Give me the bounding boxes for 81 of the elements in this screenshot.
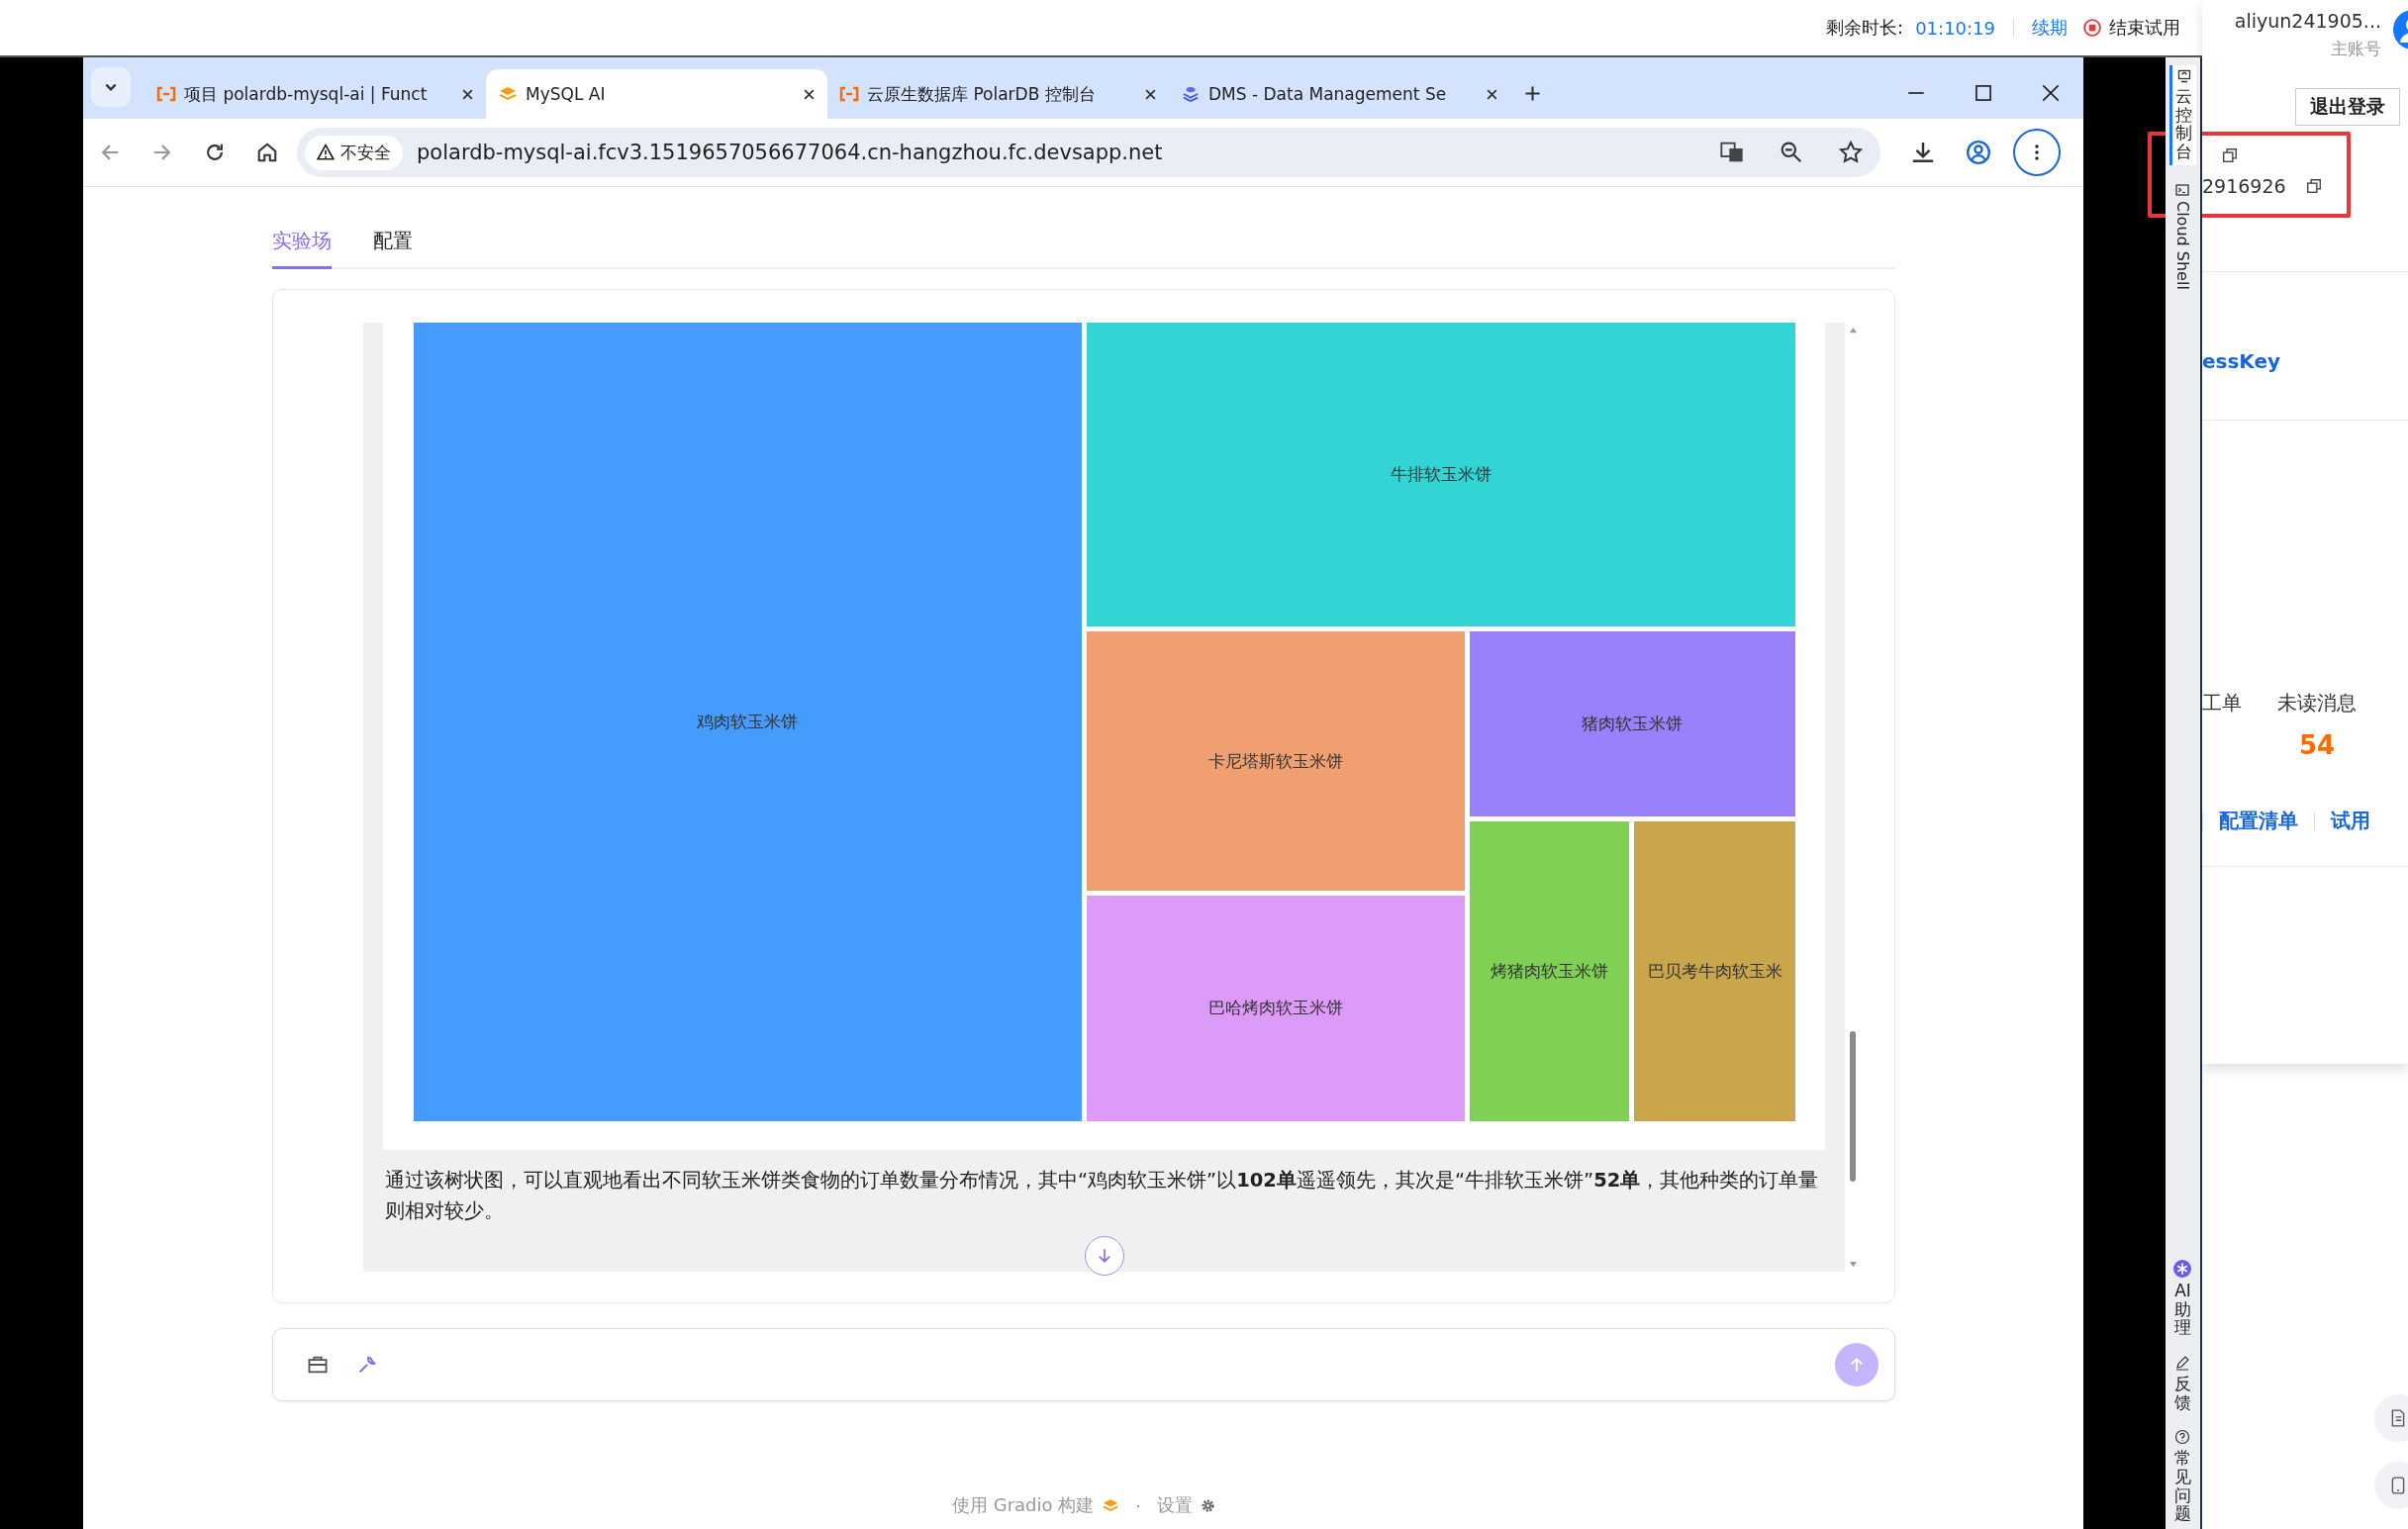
stat-label[interactable]: 未读消息 bbox=[2277, 690, 2357, 717]
browser-tab[interactable]: DMS - Data Management Se bbox=[1169, 69, 1510, 119]
logout-button[interactable]: 退出登录 bbox=[2295, 88, 2400, 126]
bracket-icon bbox=[156, 86, 176, 102]
menu-button[interactable] bbox=[2013, 129, 2061, 176]
close-icon[interactable] bbox=[1486, 87, 1498, 101]
close-icon[interactable] bbox=[1144, 87, 1157, 101]
username: aliyun241905... bbox=[2234, 10, 2381, 32]
scrollbar-thumb[interactable] bbox=[1850, 1031, 1856, 1182]
tab-list-button[interactable] bbox=[91, 67, 131, 107]
terminal-icon bbox=[2175, 182, 2190, 197]
treemap-tile: 牛排软玉米饼 bbox=[1086, 323, 1795, 627]
zoom-out-icon[interactable] bbox=[1780, 141, 1803, 164]
end-trial-link[interactable]: 结束试用 bbox=[2109, 16, 2180, 40]
treemap-tile: 烤猪肉软玉米饼 bbox=[1469, 820, 1630, 1121]
page-tab[interactable]: 配置 bbox=[373, 224, 413, 269]
warning-icon bbox=[317, 143, 335, 161]
download-icon[interactable] bbox=[1910, 140, 1936, 165]
account-role: 主账号 bbox=[2331, 38, 2381, 60]
gear-icon[interactable] bbox=[1201, 1497, 1215, 1513]
star-icon[interactable] bbox=[1839, 141, 1863, 164]
document-icon bbox=[2390, 1409, 2406, 1427]
question-icon bbox=[2174, 1429, 2191, 1446]
wrench-icon[interactable] bbox=[356, 1354, 378, 1376]
rail-item[interactable]: 常见问题 bbox=[2172, 1429, 2193, 1523]
security-chip[interactable]: 不安全 bbox=[305, 135, 403, 170]
reload-icon[interactable] bbox=[204, 142, 226, 163]
briefcase-icon[interactable] bbox=[307, 1354, 329, 1376]
url-text: polardb-mysql-ai.fcv3.1519657056677064.cn-hangzhou.fc.devsapp.net bbox=[417, 141, 1163, 164]
message-input[interactable] bbox=[272, 1328, 1895, 1401]
treemap-tile: 猪肉软玉米饼 bbox=[1469, 631, 1795, 816]
security-label: 不安全 bbox=[340, 141, 391, 164]
scroll-down-icon[interactable] bbox=[1848, 1261, 1858, 1268]
app-button[interactable] bbox=[2374, 1462, 2408, 1509]
maximize-icon[interactable] bbox=[1975, 84, 1992, 102]
layers-icon bbox=[1102, 1497, 1120, 1513]
sparkle-icon bbox=[2173, 1259, 2192, 1278]
close-icon[interactable] bbox=[461, 87, 474, 101]
stat-label[interactable]: 工单 bbox=[2202, 690, 2242, 717]
treemap-tile: 鸡肉软玉米饼 bbox=[414, 323, 1082, 1121]
rail-item[interactable]: 云控制台 bbox=[2168, 65, 2197, 165]
translate-icon[interactable] bbox=[1720, 141, 1744, 164]
remaining-time: 01:10:19 bbox=[1915, 17, 1995, 39]
browser-tab[interactable]: 云原生数据库 PolarDB 控制台 bbox=[827, 69, 1169, 119]
bracket-icon bbox=[839, 86, 859, 102]
scroll-down-button[interactable] bbox=[1084, 1236, 1124, 1276]
rail-item[interactable]: Cloud Shell bbox=[2173, 182, 2192, 290]
address-bar[interactable]: 不安全 polardb-mysql-ai.fcv3.1519657056677064.cn-hangzhou.fc.devsapp.net bbox=[297, 128, 1880, 177]
browser-tab[interactable]: 项目 polardb-mysql-ai | Funct bbox=[144, 69, 486, 119]
panel-link[interactable]: 试用 bbox=[2331, 808, 2370, 834]
arrow-up-icon bbox=[1849, 1357, 1865, 1373]
browser-tab[interactable]: MySQL AI bbox=[486, 69, 827, 119]
kebab-menu-icon bbox=[2034, 143, 2040, 161]
pen-icon bbox=[2174, 1354, 2191, 1371]
profile-icon[interactable] bbox=[1966, 140, 1991, 165]
rail-item[interactable]: 反馈 bbox=[2172, 1354, 2193, 1412]
close-icon[interactable] bbox=[803, 87, 816, 101]
scroll-up-icon[interactable] bbox=[1848, 327, 1858, 334]
treemap-tile: 巴贝考牛肉软玉米 bbox=[1634, 820, 1795, 1121]
message-text: 通过该树状图，可以直观地看出不同软玉米饼类食物的订单数量分布情况，其中“鸡肉软玉米饼”以102单遥遥领先，其次是“牛排软玉米饼”52单，其他种类的订单量则相对较少。 bbox=[384, 1168, 1820, 1224]
stack-icon bbox=[1181, 86, 1201, 102]
account-id: 2916926 bbox=[2202, 175, 2286, 197]
stop-icon bbox=[2083, 19, 2101, 37]
copy-icon[interactable] bbox=[2222, 147, 2238, 163]
new-tab-icon[interactable] bbox=[1524, 85, 1541, 102]
access-key-link[interactable]: essKey bbox=[2202, 272, 2408, 420]
remaining-time-label: 剩余时长: bbox=[1826, 16, 1904, 40]
console-icon bbox=[2177, 69, 2191, 83]
layers-icon bbox=[498, 86, 518, 102]
document-button[interactable] bbox=[2374, 1394, 2408, 1442]
treemap-tile: 巴哈烤肉软玉米饼 bbox=[1086, 895, 1465, 1121]
treemap-tile: 卡尼塔斯软玉米饼 bbox=[1086, 631, 1465, 891]
copy-icon[interactable] bbox=[2305, 178, 2322, 194]
phone-icon bbox=[2390, 1477, 2406, 1494]
close-icon[interactable] bbox=[2042, 84, 2060, 102]
renew-link[interactable]: 续期 bbox=[2032, 16, 2068, 40]
rail-item[interactable]: AI助理 bbox=[2172, 1259, 2193, 1337]
panel-link[interactable]: 配置清单 bbox=[2219, 808, 2298, 834]
page-tab[interactable]: 实验场 bbox=[272, 224, 332, 269]
home-icon[interactable] bbox=[256, 142, 278, 163]
separator: · bbox=[1135, 1494, 1141, 1516]
